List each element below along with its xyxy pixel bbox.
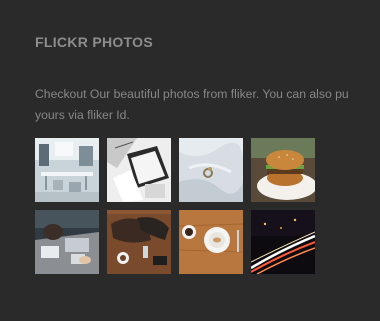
photo-grid <box>35 138 315 274</box>
photo-thumbnail-notebook[interactable] <box>107 138 171 202</box>
office-workspace-photo-icon <box>35 138 99 202</box>
burger-on-plate-photo-icon <box>251 138 315 202</box>
widget-description: Checkout Our beautiful photos from flike… <box>35 87 349 122</box>
photo-thumbnail-ring[interactable] <box>179 138 243 202</box>
photo-thumbnail-burger[interactable] <box>251 138 315 202</box>
coffee-table-items-photo-icon <box>107 210 171 274</box>
photo-thumbnail-office[interactable] <box>35 138 99 202</box>
photo-thumbnail-people-desk[interactable] <box>35 210 99 274</box>
night-light-trails-photo-icon <box>251 210 315 274</box>
breakfast-on-wood-photo-icon <box>179 210 243 274</box>
people-at-desk-photo-icon <box>35 210 99 274</box>
widget-title: FLICKR PHOTOS <box>35 34 153 50</box>
notebook-laptop-photo-icon <box>107 138 171 202</box>
flickr-photos-widget: FLICKR PHOTOS Checkout Our beautiful pho… <box>0 0 380 321</box>
ring-on-fabric-photo-icon <box>179 138 243 202</box>
photo-thumbnail-night-trails[interactable] <box>251 210 315 274</box>
photo-thumbnail-coffee-table[interactable] <box>107 210 171 274</box>
photo-thumbnail-breakfast[interactable] <box>179 210 243 274</box>
